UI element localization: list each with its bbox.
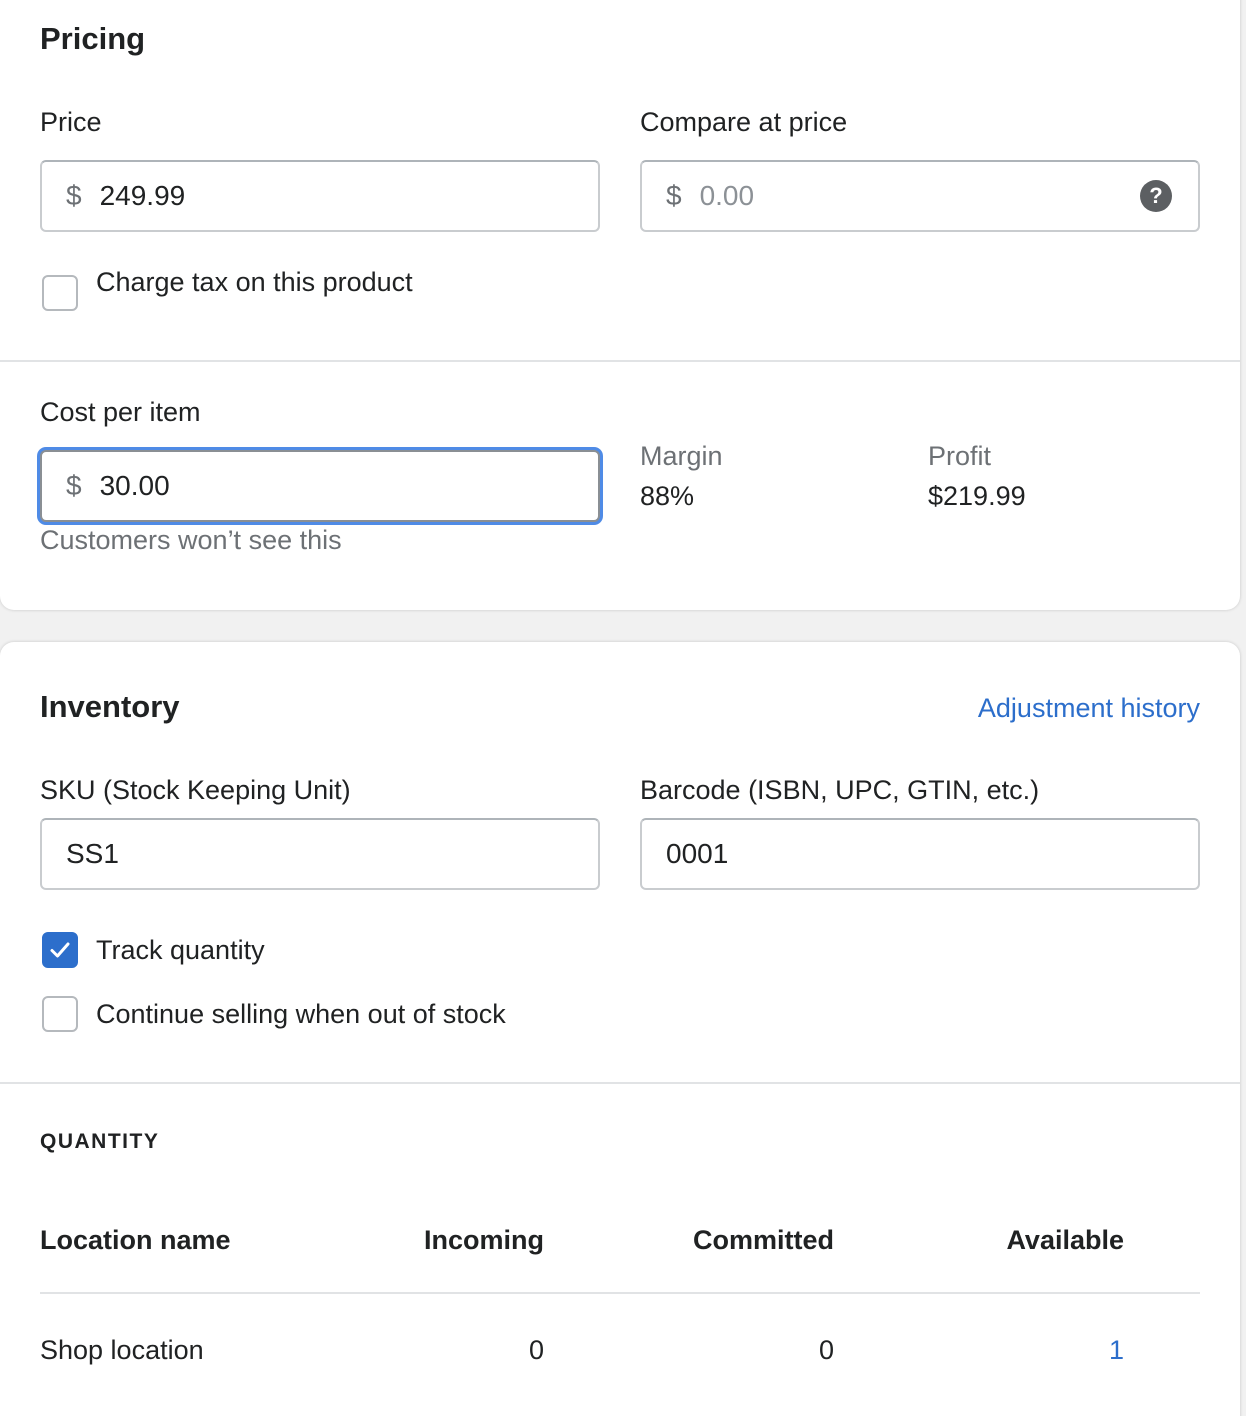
- charge-tax-checkbox[interactable]: [42, 275, 78, 311]
- cost-help-text: Customers won’t see this: [40, 525, 342, 555]
- adjustment-history-link[interactable]: Adjustment history: [978, 693, 1200, 724]
- sku-value: SS1: [66, 838, 119, 869]
- committed-cell: 0: [818, 1335, 834, 1365]
- section-divider: [0, 1082, 1240, 1084]
- track-quantity-label: Track quantity: [96, 935, 265, 965]
- barcode-value: 0001: [666, 838, 729, 869]
- price-currency-prefix: $: [66, 180, 82, 211]
- continue-selling-label: Continue selling when out of stock: [96, 999, 506, 1029]
- continue-selling-checkbox[interactable]: [42, 996, 78, 1032]
- quantity-heading: QUANTITY: [40, 1130, 160, 1153]
- column-header-committed: Committed: [693, 1225, 834, 1255]
- pricing-title: Pricing: [40, 21, 146, 56]
- profit-label: Profit: [928, 441, 992, 471]
- pricing-card: Pricing Price $ 249.99 Compare at price …: [0, 0, 1240, 610]
- incoming-cell: 0: [528, 1335, 544, 1365]
- question-circle-icon[interactable]: ?: [1140, 180, 1172, 212]
- barcode-input[interactable]: 0001: [640, 818, 1200, 890]
- compare-at-price-label: Compare at price: [640, 107, 848, 137]
- available-cell-link[interactable]: 1: [1109, 1335, 1124, 1366]
- checkmark-icon: [50, 942, 70, 958]
- section-divider: [0, 360, 1240, 362]
- inventory-title: Inventory: [40, 689, 180, 724]
- compare-at-price-placeholder: 0.00: [699, 180, 755, 211]
- price-label: Price: [40, 107, 102, 137]
- inventory-card: Inventory Adjustment history SKU (Stock …: [0, 642, 1240, 1416]
- price-value: 249.99: [99, 180, 186, 211]
- column-header-location-name: Location name: [40, 1225, 231, 1255]
- compare-at-price-currency-prefix: $: [666, 180, 682, 211]
- sku-input[interactable]: SS1: [40, 818, 600, 890]
- sku-label: SKU (Stock Keeping Unit): [40, 775, 351, 805]
- cost-per-item-input[interactable]: $ 30.00: [40, 450, 600, 522]
- price-input[interactable]: $ 249.99: [40, 160, 600, 232]
- column-header-available: Available: [1006, 1225, 1124, 1255]
- charge-tax-label: Charge tax on this product: [96, 267, 413, 297]
- track-quantity-checkbox[interactable]: [42, 932, 78, 968]
- compare-at-price-input[interactable]: $ 0.00 ?: [640, 160, 1200, 232]
- cost-currency-prefix: $: [66, 470, 82, 501]
- cost-per-item-label: Cost per item: [40, 397, 201, 427]
- margin-value: 88%: [640, 481, 695, 511]
- location-name-cell: Shop location: [40, 1335, 204, 1365]
- cost-per-item-value: 30.00: [99, 470, 170, 501]
- barcode-label: Barcode (ISBN, UPC, GTIN, etc.): [640, 775, 1040, 805]
- profit-value: $219.99: [928, 481, 1026, 511]
- table-header-divider: [40, 1292, 1200, 1294]
- column-header-incoming: Incoming: [424, 1225, 544, 1255]
- margin-label: Margin: [640, 441, 723, 471]
